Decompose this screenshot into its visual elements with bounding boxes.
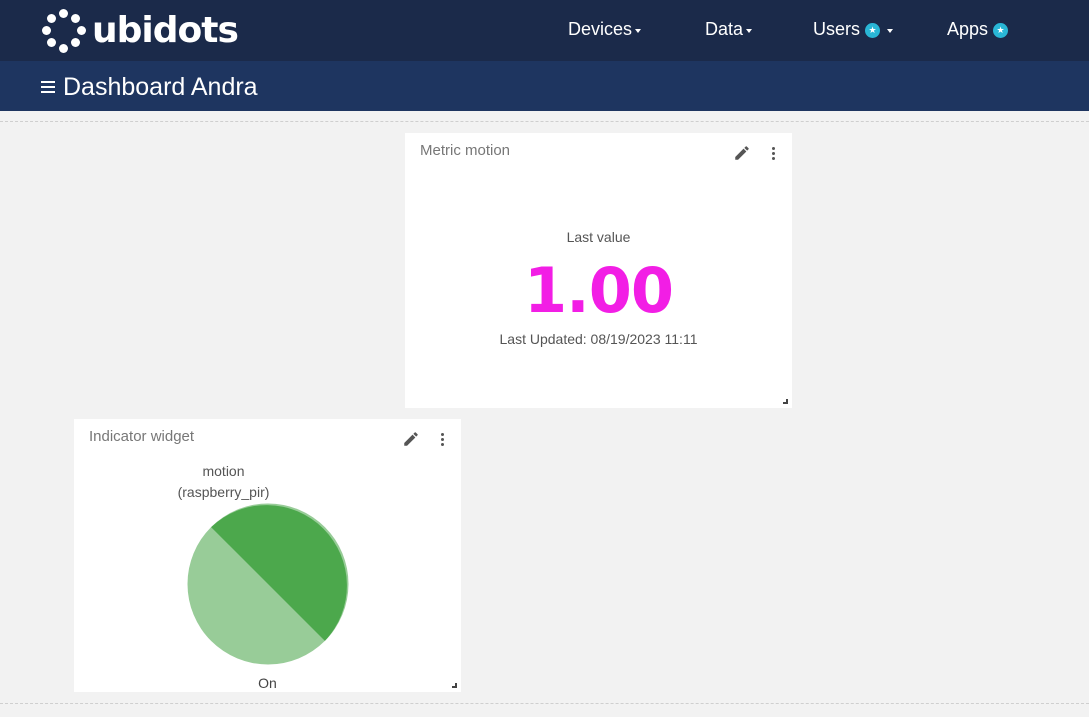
nav-data[interactable]: Data xyxy=(705,19,753,40)
resize-handle-icon[interactable] xyxy=(783,399,788,404)
metric-value: 1.00 xyxy=(524,254,674,327)
menu-icon[interactable] xyxy=(41,81,55,93)
grid-divider xyxy=(0,703,1089,704)
nav-users-label: Users xyxy=(813,19,861,39)
state-label: On xyxy=(258,675,277,691)
nav-apps[interactable]: Apps ★ xyxy=(947,19,1009,40)
nav-apps-label: Apps xyxy=(947,19,989,39)
widget-title: Metric motion xyxy=(420,142,511,159)
chevron-down-icon xyxy=(887,28,894,33)
star-badge-icon: ★ xyxy=(993,23,1009,38)
pencil-icon[interactable] xyxy=(733,144,751,162)
logo-dots-icon xyxy=(42,9,86,53)
nav-devices[interactable]: Devices xyxy=(568,19,642,40)
metric-caption: Last value xyxy=(566,229,631,245)
nav-devices-label: Devices xyxy=(568,19,633,39)
nav-data-label: Data xyxy=(705,19,744,39)
indicator-circle xyxy=(187,503,349,665)
widget-title: Indicator widget xyxy=(89,428,195,445)
metric-widget: Metric motion Last value 1.00 Last Updat… xyxy=(405,133,792,408)
indicator-widget: Indicator widget motion (raspberry_pir) … xyxy=(74,419,461,692)
variable-name: motion xyxy=(202,463,245,479)
resize-handle-icon[interactable] xyxy=(452,683,457,688)
more-vertical-icon[interactable] xyxy=(771,144,777,162)
chevron-down-icon xyxy=(635,28,642,33)
nav-users[interactable]: Users ★ xyxy=(813,19,894,40)
ubidots-logo[interactable]: ubidots xyxy=(42,9,239,53)
pencil-icon[interactable] xyxy=(402,430,420,448)
more-vertical-icon[interactable] xyxy=(440,430,446,448)
chevron-down-icon xyxy=(746,28,753,33)
device-name: (raspberry_pir) xyxy=(177,484,270,500)
page-title: Dashboard Andra xyxy=(63,73,258,101)
last-updated-text: Last Updated: 08/19/2023 11:11 xyxy=(499,331,698,347)
star-badge-icon: ★ xyxy=(865,23,881,38)
grid-divider xyxy=(0,121,1089,122)
logo-text: ubidots xyxy=(92,10,239,51)
